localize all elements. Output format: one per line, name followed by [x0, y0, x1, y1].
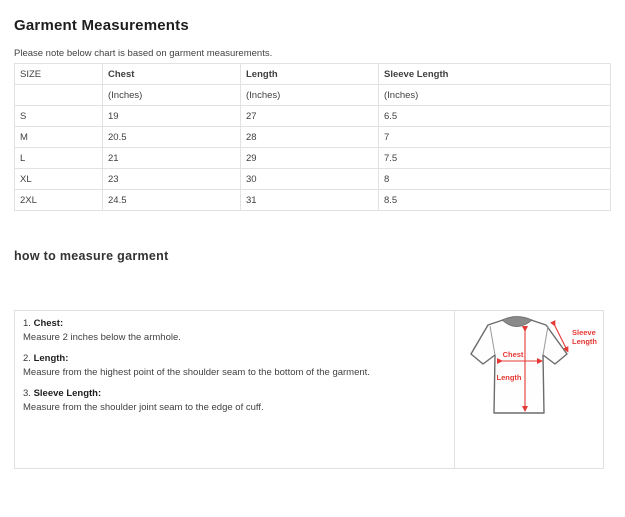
size-chart-table: SIZE Chest Length Sleeve Length (Inches)… [14, 63, 611, 211]
cell-sleeve: 8.5 [379, 190, 611, 211]
table-row-xl: XL 23 30 8 [15, 169, 611, 190]
cell-length: 27 [241, 106, 379, 127]
cell-sleeve: 8 [379, 169, 611, 190]
instruction-number: 1. [23, 318, 31, 329]
instruction-label: Length: [34, 353, 69, 364]
units-chest: (Inches) [103, 85, 241, 106]
cell-size: M [15, 127, 103, 148]
table-header-row: SIZE Chest Length Sleeve Length [15, 64, 611, 85]
cell-length: 30 [241, 169, 379, 190]
cell-length: 31 [241, 190, 379, 211]
length-label: Length [497, 373, 522, 382]
instruction-text: Measure 2 inches below the armhole. [23, 331, 442, 345]
instruction-number: 2. [23, 353, 31, 364]
instruction-text: Measure from the highest point of the sh… [23, 366, 442, 380]
header-chest: Chest [103, 64, 241, 85]
header-sleeve-length: Sleeve Length [379, 64, 611, 85]
instruction-length: 2. Length: Measure from the highest poin… [23, 352, 442, 379]
measure-instructions: 1. Chest: Measure 2 inches below the arm… [15, 311, 455, 468]
chart-note-text: Please note below chart is based on garm… [14, 48, 611, 59]
cell-size: L [15, 148, 103, 169]
table-row-m: M 20.5 28 7 [15, 127, 611, 148]
cell-sleeve: 7 [379, 127, 611, 148]
header-size: SIZE [15, 64, 103, 85]
instruction-label: Chest: [34, 318, 64, 329]
page-title: Garment Measurements [14, 17, 611, 34]
tshirt-measurement-illustration-icon: Chest Length Sleeve Length [455, 312, 603, 462]
garment-measurements-page: Garment Measurements Please note below c… [0, 17, 625, 469]
instruction-number: 3. [23, 388, 31, 399]
units-sleeve-length: (Inches) [379, 85, 611, 106]
sleeve-length-label-line2: Length [572, 337, 597, 346]
cell-chest: 24.5 [103, 190, 241, 211]
how-to-measure-title: how to measure garment [14, 249, 611, 263]
cell-sleeve: 7.5 [379, 148, 611, 169]
tshirt-diagram: Chest Length Sleeve Length [455, 311, 603, 468]
units-length: (Inches) [241, 85, 379, 106]
cell-chest: 21 [103, 148, 241, 169]
instruction-chest: 1. Chest: Measure 2 inches below the arm… [23, 317, 442, 344]
table-row-2xl: 2XL 24.5 31 8.5 [15, 190, 611, 211]
instruction-label: Sleeve Length: [34, 388, 102, 399]
tshirt-outline [471, 320, 567, 413]
table-row-l: L 21 29 7.5 [15, 148, 611, 169]
cell-chest: 20.5 [103, 127, 241, 148]
units-size [15, 85, 103, 106]
table-units-row: (Inches) (Inches) (Inches) [15, 85, 611, 106]
instruction-text: Measure from the shoulder joint seam to … [23, 401, 442, 415]
cell-sleeve: 6.5 [379, 106, 611, 127]
how-to-measure-panel: 1. Chest: Measure 2 inches below the arm… [14, 310, 604, 469]
cell-size: XL [15, 169, 103, 190]
cell-size: 2XL [15, 190, 103, 211]
sleeve-length-label-line1: Sleeve [572, 328, 596, 337]
cell-chest: 23 [103, 169, 241, 190]
header-length: Length [241, 64, 379, 85]
cell-chest: 19 [103, 106, 241, 127]
cell-length: 28 [241, 127, 379, 148]
chest-label: Chest [503, 350, 524, 359]
cell-length: 29 [241, 148, 379, 169]
table-row-s: S 19 27 6.5 [15, 106, 611, 127]
instruction-sleeve-length: 3. Sleeve Length: Measure from the shoul… [23, 387, 442, 414]
cell-size: S [15, 106, 103, 127]
